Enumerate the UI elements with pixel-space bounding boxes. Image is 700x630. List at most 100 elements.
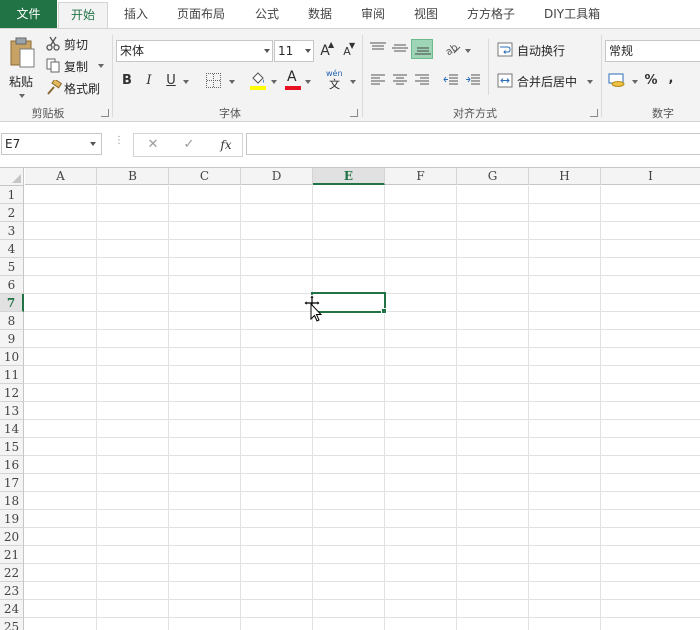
row-header[interactable]: 9 [0, 330, 24, 348]
fill-handle[interactable] [381, 308, 387, 314]
column-header[interactable]: B [97, 168, 169, 185]
name-box[interactable]: E7 [1, 133, 102, 155]
insert-function-icon[interactable]: fx [216, 135, 236, 155]
font-size-select[interactable]: 11 [274, 40, 314, 62]
row-header[interactable]: 4 [0, 240, 24, 258]
align-left-icon[interactable] [370, 73, 386, 87]
formula-bar: E7 ⋮ ✕ ✓ fx [0, 130, 700, 160]
row-header[interactable]: 24 [0, 600, 24, 618]
align-top-icon[interactable] [369, 41, 387, 55]
tab-formulas[interactable]: 公式 [255, 0, 279, 28]
row-header[interactable]: 19 [0, 510, 24, 528]
row-header[interactable]: 12 [0, 384, 24, 402]
column-header[interactable]: H [529, 168, 601, 185]
font-color-dropdown-icon[interactable] [305, 80, 311, 84]
tab-fangfang[interactable]: 方方格子 [467, 0, 515, 28]
row-header[interactable]: 21 [0, 546, 24, 564]
align-bottom-button[interactable] [411, 39, 433, 59]
font-name-value: 宋体 [120, 44, 145, 58]
underline-dropdown-icon[interactable] [183, 80, 189, 84]
tab-page-layout[interactable]: 页面布局 [177, 0, 225, 28]
orientation-dropdown-icon[interactable] [465, 49, 471, 53]
gridline [24, 239, 700, 240]
formula-input[interactable] [246, 133, 700, 155]
font-color-button[interactable]: A [285, 69, 301, 91]
tab-data[interactable]: 数据 [308, 0, 332, 28]
decrease-indent-icon[interactable] [443, 73, 459, 87]
row-header[interactable]: 11 [0, 366, 24, 384]
increase-indent-icon[interactable] [465, 73, 481, 87]
row-header[interactable]: 22 [0, 564, 24, 582]
row-header[interactable]: 18 [0, 492, 24, 510]
alignment-launcher-icon[interactable] [590, 109, 598, 117]
row-header[interactable]: 14 [0, 420, 24, 438]
enter-icon[interactable]: ✓ [180, 135, 198, 155]
copy-button[interactable]: 复制 [44, 57, 106, 75]
tab-home[interactable]: 开始 [58, 2, 108, 29]
gridline [24, 509, 700, 510]
orientation-icon[interactable]: ab [444, 40, 462, 56]
column-header[interactable]: I [601, 168, 700, 185]
font-name-select[interactable]: 宋体 [116, 40, 273, 62]
fill-color-button[interactable] [250, 71, 266, 91]
increase-font-button[interactable]: A ▲ [318, 40, 334, 62]
formula-bar-grip-icon[interactable]: ⋮ [114, 136, 124, 146]
row-header[interactable]: 6 [0, 276, 24, 294]
bold-button[interactable]: B [118, 71, 136, 91]
phonetic-button[interactable]: wén 文 [326, 69, 348, 91]
percent-button[interactable]: % [643, 71, 659, 91]
row-header[interactable]: 25 [0, 618, 24, 630]
tab-file[interactable]: 文件 [0, 0, 57, 28]
row-header[interactable]: 5 [0, 258, 24, 276]
phonetic-dropdown-icon[interactable] [350, 80, 356, 84]
tab-review[interactable]: 审阅 [361, 0, 385, 28]
paste-button[interactable]: 粘贴 [4, 35, 40, 99]
row-header[interactable]: 8 [0, 312, 24, 330]
align-right-icon[interactable] [414, 73, 430, 87]
accounting-dropdown-icon[interactable] [632, 80, 638, 84]
column-header[interactable]: D [241, 168, 313, 185]
cancel-icon[interactable]: ✕ [144, 135, 162, 155]
row-header[interactable]: 10 [0, 348, 24, 366]
cut-button[interactable]: 剪切 [44, 35, 104, 53]
select-all-corner[interactable] [0, 168, 24, 186]
accounting-format-button[interactable] [608, 71, 630, 91]
underline-button[interactable]: U [163, 71, 179, 91]
number-format-select[interactable]: 常规 [605, 40, 700, 62]
align-middle-icon[interactable] [391, 41, 409, 55]
merge-center-button[interactable]: 合并后居中 [496, 71, 596, 91]
gridline [24, 437, 700, 438]
worksheet-grid[interactable]: A B C D E F G H I 1 2 3 4 5 6 7 8 9 10 1… [0, 167, 700, 630]
italic-button[interactable]: I [141, 71, 157, 91]
row-header[interactable]: 20 [0, 528, 24, 546]
border-icon[interactable] [206, 73, 221, 88]
column-header[interactable]: F [385, 168, 457, 185]
decrease-font-button[interactable]: A ▼ [340, 41, 355, 62]
tab-insert[interactable]: 插入 [124, 0, 148, 28]
fill-color-dropdown-icon[interactable] [271, 80, 277, 84]
column-header[interactable]: G [457, 168, 529, 185]
gridline [24, 383, 700, 384]
row-header[interactable]: 1 [0, 186, 24, 204]
row-header[interactable]: 23 [0, 582, 24, 600]
column-header-selected[interactable]: E [313, 168, 385, 185]
align-center-icon[interactable] [392, 73, 408, 87]
gridline [24, 527, 700, 528]
font-launcher-icon[interactable] [350, 109, 358, 117]
tab-view[interactable]: 视图 [414, 0, 438, 28]
row-header[interactable]: 2 [0, 204, 24, 222]
column-header[interactable]: C [169, 168, 241, 185]
comma-style-button[interactable]: , [666, 69, 676, 89]
row-header[interactable]: 17 [0, 474, 24, 492]
format-painter-button[interactable]: 格式刷 [44, 79, 106, 97]
wrap-text-button[interactable]: 自动换行 [496, 40, 576, 60]
row-header[interactable]: 15 [0, 438, 24, 456]
tab-diy-toolbox[interactable]: DIY工具箱 [544, 0, 600, 28]
row-header-selected[interactable]: 7 [0, 294, 24, 312]
row-header[interactable]: 13 [0, 402, 24, 420]
clipboard-launcher-icon[interactable] [101, 109, 109, 117]
row-header[interactable]: 16 [0, 456, 24, 474]
row-header[interactable]: 3 [0, 222, 24, 240]
column-header[interactable]: A [25, 168, 97, 185]
border-dropdown-icon[interactable] [229, 80, 235, 84]
